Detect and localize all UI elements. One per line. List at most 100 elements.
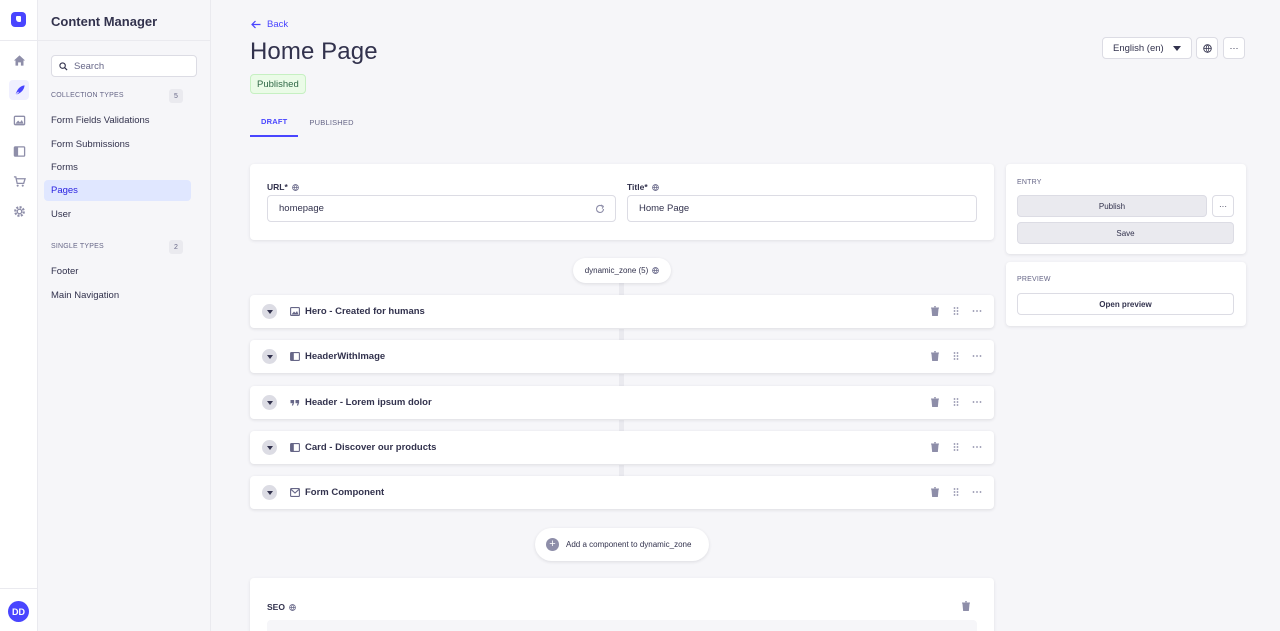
save-button[interactable]: Save xyxy=(1017,222,1234,244)
layout-icon xyxy=(290,352,300,361)
component-label: Card - Discover our products xyxy=(305,442,437,453)
tab-published[interactable]: PUBLISHED xyxy=(298,108,364,137)
expand-toggle[interactable] xyxy=(262,440,277,455)
more-actions-button[interactable]: ··· xyxy=(1223,37,1245,59)
title-value: Home Page xyxy=(639,203,690,214)
title-field-label: Title* xyxy=(627,182,659,192)
entry-label: ENTRY xyxy=(1017,179,1042,186)
publish-button[interactable]: Publish xyxy=(1017,195,1207,217)
single-types-count: 2 xyxy=(169,240,183,254)
url-label-text: URL* xyxy=(267,182,288,192)
globe-icon xyxy=(289,603,296,611)
locale-select[interactable]: English (en) xyxy=(1102,37,1192,59)
add-component-label: Add a component to dynamic_zone xyxy=(566,540,692,549)
drag-handle-icon[interactable] xyxy=(951,487,961,497)
search-icon xyxy=(59,61,68,71)
dz-connector xyxy=(619,283,624,295)
status-badge: Published xyxy=(250,74,306,94)
url-input[interactable]: homepage xyxy=(267,195,616,222)
tab-draft[interactable]: DRAFT xyxy=(250,108,299,137)
expand-toggle[interactable] xyxy=(262,304,277,319)
preview-panel: PREVIEW Open preview xyxy=(1006,262,1246,326)
nav-item-pages[interactable]: Pages xyxy=(44,180,191,201)
trash-icon[interactable] xyxy=(930,487,940,497)
trash-icon[interactable] xyxy=(930,442,940,452)
seo-label-text: SEO xyxy=(267,602,285,612)
trash-icon[interactable] xyxy=(930,306,940,316)
nav-item-forms[interactable]: Forms xyxy=(44,157,191,178)
version-tabs: DRAFT PUBLISHED xyxy=(250,108,365,137)
trash-icon[interactable] xyxy=(930,397,940,407)
globe-icon xyxy=(652,267,660,274)
content-manager-subnav: Content Manager COLLECTION TYPES 5 Form … xyxy=(38,0,211,631)
dz-component-row[interactable]: HeaderWithImage xyxy=(250,340,994,373)
user-avatar[interactable]: DD xyxy=(8,601,29,622)
quote-icon xyxy=(290,400,300,406)
strapi-logo-icon[interactable] xyxy=(11,12,26,27)
dz-component-row[interactable]: Hero - Created for humans xyxy=(250,295,994,328)
content-manager-icon[interactable] xyxy=(9,80,29,100)
media-library-icon[interactable] xyxy=(9,110,29,130)
rail-divider xyxy=(0,40,38,41)
preview-label: PREVIEW xyxy=(1017,276,1051,283)
trash-icon[interactable] xyxy=(961,601,971,611)
more-icon[interactable] xyxy=(972,442,982,452)
i18n-button[interactable] xyxy=(1196,37,1218,59)
page-title: Home Page xyxy=(250,38,378,65)
marketplace-icon[interactable] xyxy=(9,171,29,191)
dz-connector xyxy=(619,465,624,476)
fields-panel: URL* homepage Title* Home Page xyxy=(250,164,994,240)
expand-toggle[interactable] xyxy=(262,485,277,500)
seo-content-area xyxy=(267,620,977,631)
nav-item-footer[interactable]: Footer xyxy=(44,261,191,282)
home-icon[interactable] xyxy=(9,50,29,70)
component-label: Header - Lorem ipsum dolor xyxy=(305,397,432,408)
dz-component-row[interactable]: Header - Lorem ipsum dolor xyxy=(250,386,994,419)
expand-toggle[interactable] xyxy=(262,395,277,410)
nav-item-main-navigation[interactable]: Main Navigation xyxy=(44,285,191,306)
more-icon[interactable] xyxy=(972,306,982,316)
dz-component-row[interactable]: Card - Discover our products xyxy=(250,431,994,464)
search-input[interactable] xyxy=(74,60,184,72)
component-label: Form Component xyxy=(305,487,385,498)
settings-icon[interactable] xyxy=(9,201,29,221)
expand-toggle[interactable] xyxy=(262,349,277,364)
back-link[interactable]: Back xyxy=(251,19,288,30)
envelope-icon xyxy=(290,488,300,497)
component-label: Hero - Created for humans xyxy=(305,306,425,317)
more-icon[interactable] xyxy=(972,351,982,361)
seo-label: SEO xyxy=(267,602,296,612)
refresh-icon[interactable] xyxy=(595,204,605,214)
open-preview-button[interactable]: Open preview xyxy=(1017,293,1234,315)
drag-handle-icon[interactable] xyxy=(951,442,961,452)
title-input[interactable]: Home Page xyxy=(627,195,977,222)
caret-down-icon xyxy=(1173,46,1181,51)
title-label-text: Title* xyxy=(627,182,648,192)
dz-connector xyxy=(619,374,624,386)
entry-more-button[interactable]: ··· xyxy=(1212,195,1234,217)
dz-component-row[interactable]: Form Component xyxy=(250,476,994,509)
single-types-label: SINGLE TYPES xyxy=(51,243,104,250)
collection-types-label: COLLECTION TYPES xyxy=(51,92,124,99)
locale-value: English (en) xyxy=(1113,42,1164,54)
dz-connector xyxy=(619,329,624,340)
back-label: Back xyxy=(267,19,289,30)
add-component-button[interactable]: + Add a component to dynamic_zone xyxy=(535,528,709,561)
dz-connector xyxy=(619,420,624,431)
nav-item-form-submissions[interactable]: Form Submissions xyxy=(44,134,191,155)
rail-bottom-divider xyxy=(0,588,38,589)
drag-handle-icon[interactable] xyxy=(951,351,961,361)
globe-icon xyxy=(1202,43,1212,53)
drag-handle-icon[interactable] xyxy=(951,306,961,316)
subnav-title: Content Manager xyxy=(51,14,158,29)
search-box[interactable] xyxy=(51,55,197,77)
content-type-builder-icon[interactable] xyxy=(9,141,29,161)
more-icon[interactable] xyxy=(972,487,982,497)
more-icon[interactable] xyxy=(972,397,982,407)
trash-icon[interactable] xyxy=(930,351,940,361)
seo-panel: SEO xyxy=(250,578,994,631)
dynamic-zone-label-text: dynamic_zone (5) xyxy=(584,266,649,275)
drag-handle-icon[interactable] xyxy=(951,397,961,407)
nav-item-user[interactable]: User xyxy=(44,204,191,225)
nav-item-form-fields-validations[interactable]: Form Fields Validations xyxy=(44,110,191,131)
